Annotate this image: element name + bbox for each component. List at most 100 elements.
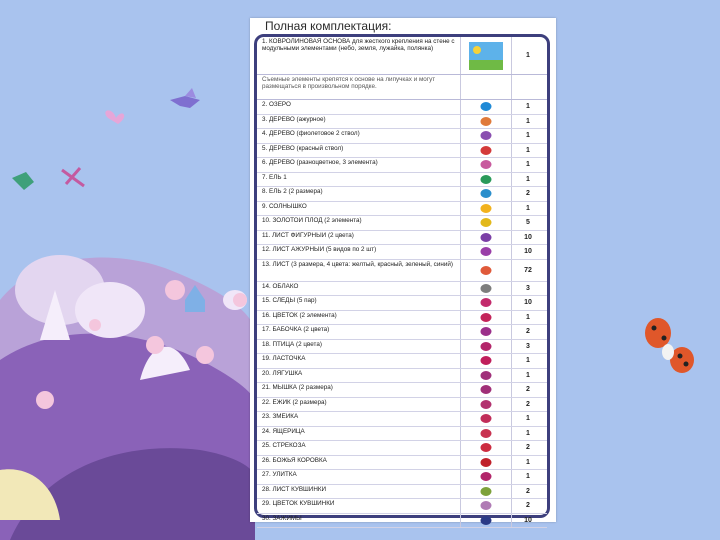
note-row: Съемные элементы крепятся к основе на ли… [257, 75, 547, 100]
item-icon-cell [460, 187, 512, 201]
table-row: 22. ЁЖИК (2 размера) 2 [257, 397, 547, 412]
item-qty: 2 [526, 400, 530, 408]
table-row: 30. ЗАЖИМЫ 10 [257, 513, 547, 528]
butterfly-icon [105, 110, 125, 124]
item-label: 20. ЛЯГУШКА [262, 369, 303, 377]
item-qty: 1 [526, 371, 530, 379]
item-qty: 1 [526, 175, 530, 183]
item-label: 28. ЛИСТ КУВШИНКИ [262, 485, 327, 493]
item-label: 23. ЗМЕЙКА [262, 413, 299, 420]
item-label: 21. МЫШКА (2 размера) [262, 384, 333, 391]
tree-icon [480, 160, 492, 170]
item-icon-cell [460, 383, 512, 397]
equipment-sheet: Полная комплектация: 1. КОВРОЛИНОВАЯ ОСН… [250, 18, 556, 528]
landscape-icon [469, 41, 503, 70]
table-row: 25. СТРЕКОЗА 2 [257, 441, 547, 456]
dragonfly-icon [480, 443, 492, 453]
note-text: Съемные элементы крепятся к основе на ли… [262, 76, 436, 90]
item-qty: 1 [526, 204, 530, 212]
item-label: 30. ЗАЖИМЫ [262, 514, 302, 522]
fir-icon [480, 189, 492, 199]
bird-icon [170, 88, 200, 108]
sun-icon [480, 203, 492, 213]
item-label: 14. ОБЛАКО [262, 282, 299, 290]
item-label: 8. ЕЛЬ 2 (2 размера) [262, 188, 323, 195]
item-label: 5. ДЕРЕВО (красный ствол) [262, 144, 344, 152]
table-row: 15. СЛЕДЫ (5 пар) 10 [257, 296, 547, 311]
table-row: 5. ДЕРЕВО (красный ствол) 1 [257, 143, 547, 158]
item-icon-cell [460, 143, 512, 157]
base-item-icon-cell [460, 37, 512, 74]
item-icon-cell [460, 470, 512, 484]
table-row: 24. ЯЩЕРИЦА 1 [257, 426, 547, 441]
item-label: 18. ПТИЦА (2 цвета) [262, 340, 322, 348]
ladybug-icon [645, 318, 694, 373]
table-row: 12. ЛИСТ АЖУРНЫЙ (5 видов по 2 шт) 10 [257, 245, 547, 260]
base-item-label: 1. КОВРОЛИНОВАЯ ОСНОВА для жесткого креп… [262, 38, 455, 52]
fir-icon [480, 174, 492, 184]
snail-icon [480, 472, 492, 482]
snake-icon [480, 414, 492, 424]
item-qty: 1 [526, 146, 530, 154]
item-icon-cell [460, 245, 512, 259]
item-label: 27. УЛИТКА [262, 471, 297, 478]
tree-icon [480, 145, 492, 155]
tree-icon [480, 116, 492, 126]
item-icon-cell [460, 129, 512, 143]
item-label: 25. СТРЕКОЗА [262, 442, 306, 449]
item-qty: 1 [526, 117, 530, 125]
item-label: 2. ОЗЕРО [262, 101, 291, 108]
flower-icon [480, 312, 492, 322]
item-qty: 1 [526, 313, 530, 321]
item-icon-cell [460, 441, 512, 455]
item-icon-cell [460, 513, 512, 527]
bird-icon [12, 172, 34, 190]
base-item-row: 1. КОВРОЛИНОВАЯ ОСНОВА для жесткого креп… [257, 37, 547, 75]
item-icon-cell [460, 455, 512, 469]
note-icon-cell [460, 75, 512, 99]
bird-icon [480, 341, 492, 351]
table-row: 17. БАБОЧКА (2 цвета) 2 [257, 325, 547, 340]
item-qty: 2 [526, 487, 530, 495]
leaf-icon [480, 247, 492, 257]
lily-pad-icon [480, 486, 492, 496]
table-row: 9. СОЛНЫШКО 1 [257, 201, 547, 216]
ladybug-icon [480, 457, 492, 467]
table-row: 27. УЛИТКА 1 [257, 470, 547, 485]
table-row: 6. ДЕРЕВО (разноцветное, 3 элемента) 1 [257, 158, 547, 173]
item-icon-cell [460, 281, 512, 295]
item-icon-cell [460, 325, 512, 339]
item-qty: 1 [526, 415, 530, 423]
item-icon-cell [460, 499, 512, 513]
tree-icon [480, 131, 492, 141]
item-qty: 1 [526, 103, 530, 111]
table-row: 28. ЛИСТ КУВШИНКИ 2 [257, 484, 547, 499]
item-label: 15. СЛЕДЫ (5 пар) [262, 297, 317, 304]
item-qty: 1 [526, 473, 530, 481]
base-item-qty: 1 [526, 52, 530, 59]
swallow-icon [480, 356, 492, 366]
butterfly-icon [480, 327, 492, 337]
water-lily-icon [480, 501, 492, 511]
hedgehog-icon [480, 399, 492, 409]
item-qty: 1 [526, 161, 530, 169]
item-qty: 1 [526, 429, 530, 437]
item-icon-cell [460, 426, 512, 440]
table-row: 21. МЫШКА (2 размера) 2 [257, 383, 547, 398]
item-label: 16. ЦВЕТОК (2 элемента) [262, 311, 337, 319]
item-label: 6. ДЕРЕВО (разноцветное, 3 элемента) [262, 159, 378, 166]
item-qty: 1 [526, 458, 530, 466]
item-label: 29. ЦВЕТОК КУВШИНКИ [262, 500, 335, 507]
item-icon-cell [460, 230, 512, 244]
table-row: 7. ЕЛЬ 1 1 [257, 172, 547, 187]
table-row: 18. ПТИЦА (2 цвета) 3 [257, 339, 547, 354]
item-icon-cell [460, 339, 512, 353]
frog-icon [480, 370, 492, 380]
equipment-table: 1. КОВРОЛИНОВАЯ ОСНОВА для жесткого креп… [257, 37, 547, 528]
item-qty: 3 [526, 342, 530, 350]
item-qty: 10 [524, 299, 532, 307]
leaf-icon [480, 232, 492, 242]
item-icon-cell [460, 310, 512, 324]
lizard-icon [480, 428, 492, 438]
item-label: 12. ЛИСТ АЖУРНЫЙ (5 видов по 2 шт) [262, 246, 377, 253]
